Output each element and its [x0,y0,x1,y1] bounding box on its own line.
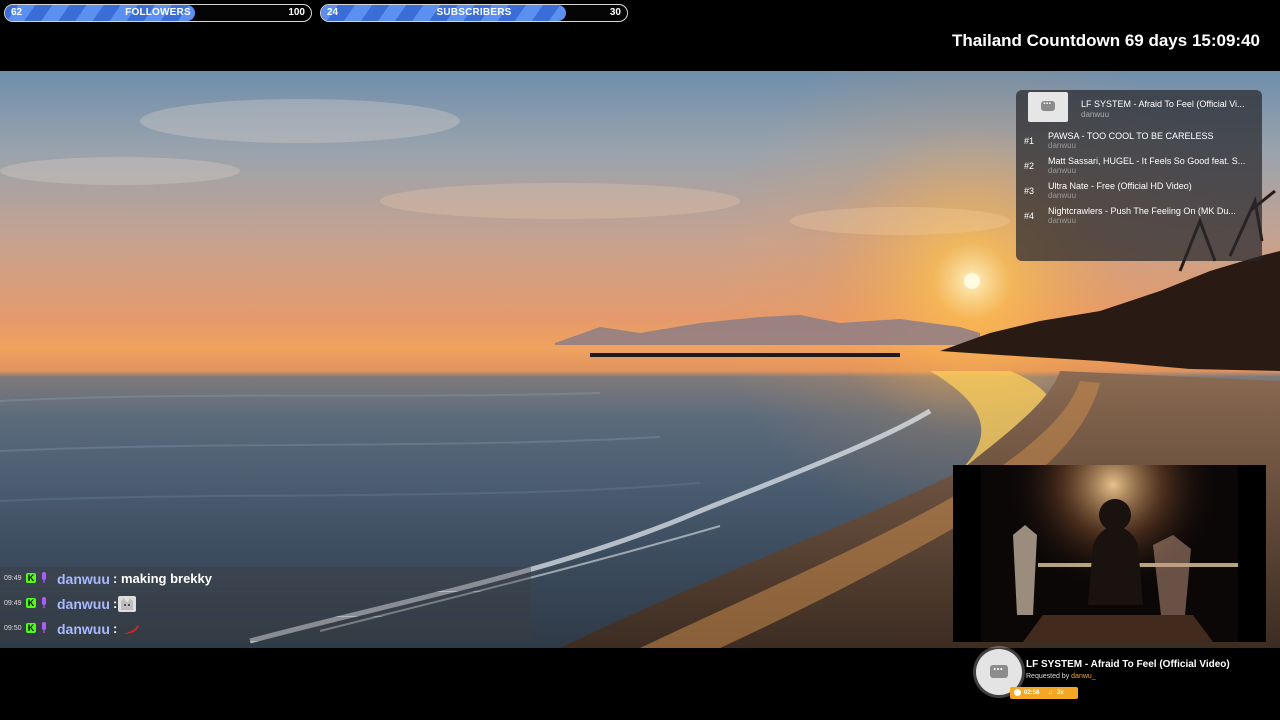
subscribers-max: 30 [609,7,621,18]
chat-username: danwuu [57,596,110,612]
current-song-user: danwuu [1081,110,1110,119]
music-note-icon: ♫ [1048,690,1053,696]
queue-item-user: danwuu [1048,216,1077,225]
now-playing-requester: Requested by danwu_ [1026,673,1096,680]
queue-item-number: #2 [1024,161,1035,171]
now-playing-time: 02:58 [1024,690,1040,696]
music-video-player [953,465,1266,642]
chat-username: danwuu [57,571,110,587]
chat-message: 09:49 K danwuu : [0,592,531,616]
kick-badge-icon: K [26,573,36,583]
kick-badge-icon: K [26,598,36,608]
microphone-badge-icon [42,597,46,608]
queue-item: #1 PAWSA - TOO COOL TO BE CARELESS danwu… [1016,131,1262,156]
queue-item-title: Matt Sassari, HUGEL - It Feels So Good f… [1048,156,1246,166]
cat-emote-icon [118,596,136,612]
chat-message-text: : [113,621,118,636]
queue-item-number: #1 [1024,136,1035,146]
chili-emote-icon [122,625,139,634]
current-song-title: LF SYSTEM - Afraid To Feel (Official Vi.… [1081,99,1245,109]
queue-item-title: PAWSA - TOO COOL TO BE CARELESS [1048,131,1214,141]
queue-item: #3 Ultra Nate - Free (Official HD Video)… [1016,181,1262,206]
now-playing-info-pill: 02:58 ♫ 3x [1010,687,1078,699]
requested-by-label: Requested by [1026,673,1070,680]
song-queue-panel: LF SYSTEM - Afraid To Feel (Official Vi.… [1016,90,1262,261]
clock-icon [1014,689,1021,696]
queue-item: #4 Nightcrawlers - Push The Feeling On (… [1016,206,1262,231]
queue-item-title: Nightcrawlers - Push The Feeling On (MK … [1048,206,1236,216]
music-video-frame [953,465,1266,642]
chat-username: danwuu [57,621,110,637]
countdown-timer: Thailand Countdown 69 days 15:09:40 [952,31,1260,50]
now-playing-count: 3x [1057,690,1064,696]
followers-max: 100 [288,7,305,18]
followers-label: FOLLOWERS [125,7,191,18]
chat-message: 09:50 K danwuu : [0,617,531,641]
song-thumbnail-icon [1028,92,1068,122]
microphone-badge-icon [42,572,46,583]
kick-badge-icon: K [26,623,36,633]
chat-timestamp: 09:49 [4,575,22,582]
chat-timestamp: 09:49 [4,600,22,607]
chat-message-text: : making brekky [113,571,212,586]
subscribers-goal-bar: 24 SUBSCRIBERS 30 [320,4,628,22]
microphone-badge-icon [42,622,46,633]
subscribers-label: SUBSCRIBERS [436,7,512,18]
chat-timestamp: 09:50 [4,625,22,632]
current-song: LF SYSTEM - Afraid To Feel (Official Vi.… [1028,92,1258,122]
queue-item-number: #3 [1024,186,1035,196]
requester-name: danwu_ [1071,673,1096,680]
chat-message-text: : [113,596,118,611]
chat-message: 09:49 K danwuu : making brekky [0,567,531,591]
queue-item-user: danwuu [1048,141,1077,150]
queue-item-title: Ultra Nate - Free (Official HD Video) [1048,181,1192,191]
queue-item-number: #4 [1024,211,1035,221]
queue-item-user: danwuu [1048,191,1077,200]
queue-item: #2 Matt Sassari, HUGEL - It Feels So Goo… [1016,156,1262,181]
now-playing-title: LF SYSTEM - Afraid To Feel (Official Vid… [1026,659,1230,670]
followers-goal-bar: 62 FOLLOWERS 100 [4,4,312,22]
queue-item-user: danwuu [1048,166,1077,175]
